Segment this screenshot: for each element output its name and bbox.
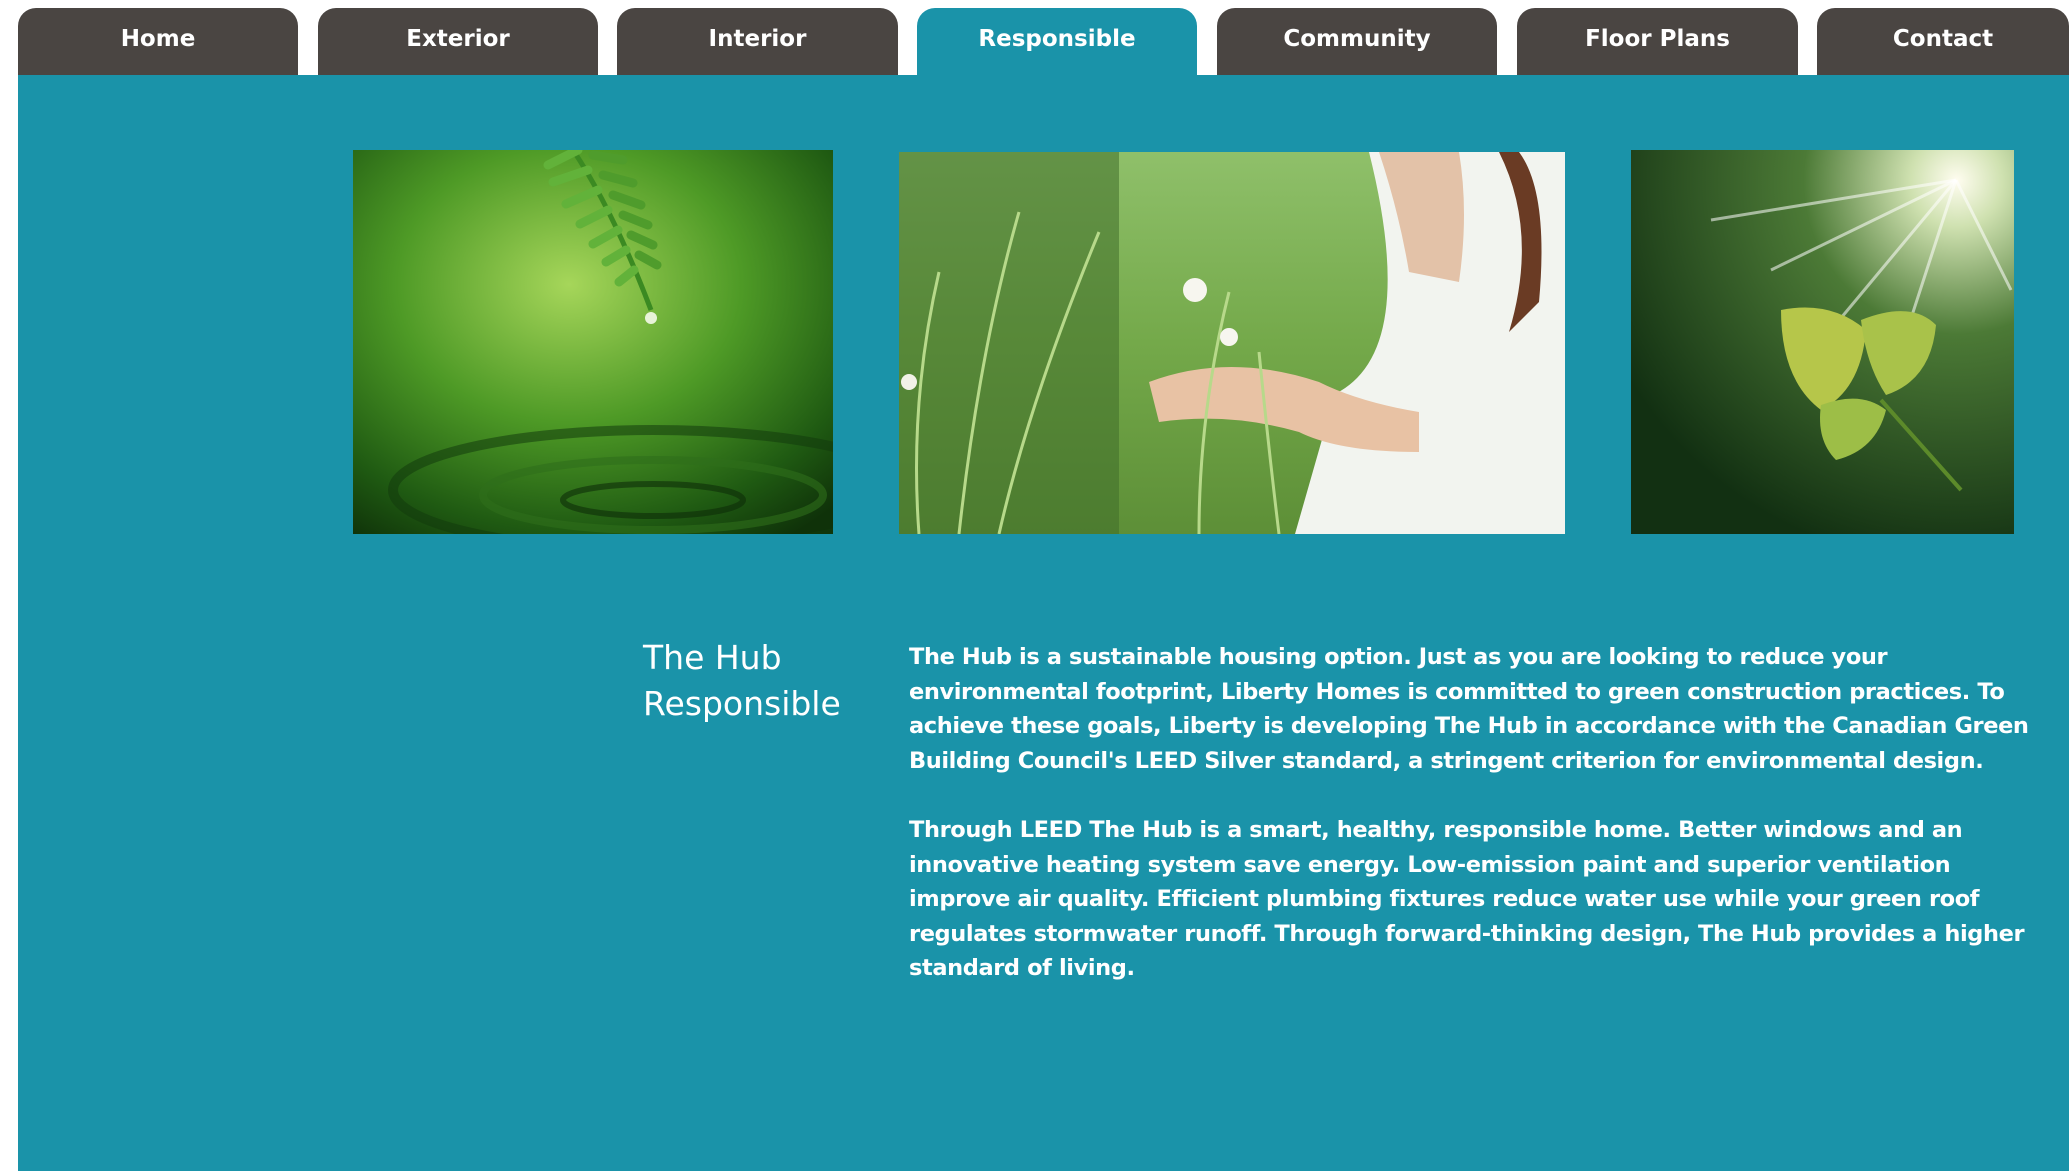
tab-responsible[interactable]: Responsible <box>917 8 1197 76</box>
tab-floor-plans[interactable]: Floor Plans <box>1517 8 1798 76</box>
sunlit-leaf-photo <box>1631 150 2014 534</box>
content-panel: The Hub Responsible The Hub is a sustain… <box>18 75 2069 1171</box>
tab-community-label: Community <box>1283 26 1431 52</box>
tab-exterior-label: Exterior <box>406 26 510 52</box>
tab-floor-plans-label: Floor Plans <box>1585 26 1730 52</box>
paragraph-1: The Hub is a sustainable housing option.… <box>909 644 2029 774</box>
main-nav: Home Exterior Interior Responsible Commu… <box>18 8 2069 76</box>
paragraph-2: Through LEED The Hub is a smart, healthy… <box>909 817 2025 981</box>
body-copy: The Hub is a sustainable housing option.… <box>909 640 2039 1021</box>
tab-contact[interactable]: Contact <box>1817 8 2069 76</box>
tab-exterior[interactable]: Exterior <box>318 8 598 76</box>
section-heading-line1: The Hub <box>643 638 782 677</box>
tab-home-label: Home <box>120 26 196 52</box>
section-heading-line2: Responsible <box>643 684 841 723</box>
section-heading: The Hub Responsible <box>643 635 863 727</box>
tab-interior-label: Interior <box>708 26 807 52</box>
tab-contact-label: Contact <box>1892 26 1994 52</box>
tab-home[interactable]: Home <box>18 8 298 76</box>
woman-in-grass-photo <box>899 152 1565 534</box>
tab-responsible-label: Responsible <box>978 26 1136 52</box>
tab-interior[interactable]: Interior <box>617 8 898 76</box>
fern-water-drop-photo <box>353 150 833 534</box>
tab-community[interactable]: Community <box>1217 8 1497 76</box>
